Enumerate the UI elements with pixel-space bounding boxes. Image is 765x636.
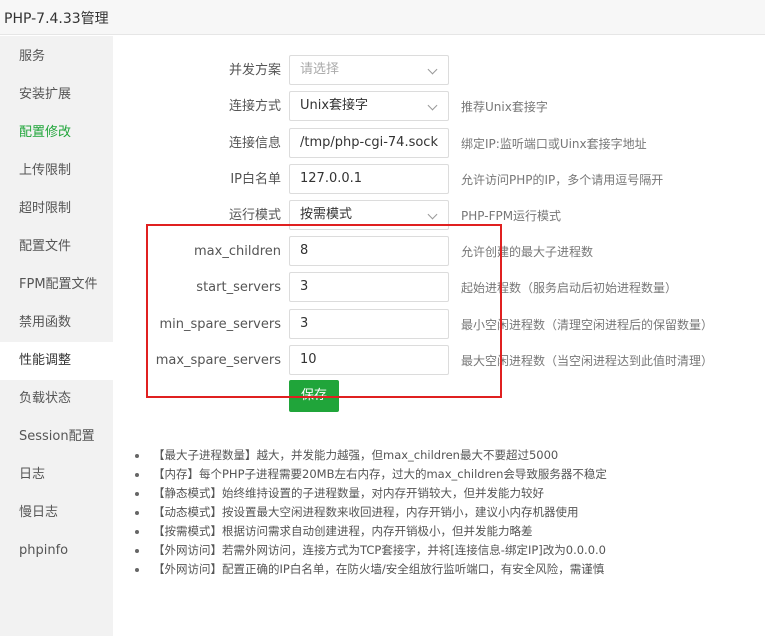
- save-button[interactable]: 保存: [289, 380, 339, 412]
- run-mode-label: 运行模式: [228, 208, 281, 223]
- window-titlebar: PHP-7.4.33管理: [0, 0, 765, 35]
- chevron-down-icon: [427, 209, 438, 220]
- run-mode-hint: PHP-FPM运行模式: [461, 209, 562, 223]
- connection-info-hint: 绑定IP:监听端口或Uinx套接字地址: [461, 137, 647, 151]
- sidebar: 服务 安装扩展 配置修改 上传限制 超时限制 配置文件 FPM配置文件 禁用函数…: [0, 36, 113, 636]
- main-content: 并发方案 请选择 连接方式 Unix套接字 推荐Unix套接字 连接信息 /tm…: [113, 36, 765, 636]
- concurrency-placeholder: 请选择: [300, 62, 340, 77]
- list-item: 【最大子进程数量】越大，并发能力越强，但max_children最大不要超过50…: [133, 446, 753, 465]
- start-servers-label: start_servers: [196, 280, 281, 295]
- sidebar-item-config-file[interactable]: 配置文件: [0, 228, 113, 266]
- connection-mode-value: Unix套接字: [300, 98, 369, 113]
- sidebar-item-upload-limit[interactable]: 上传限制: [0, 152, 113, 190]
- max-spare-servers-hint: 最大空闲进程数（当空闲进程达到此值时清理）: [461, 354, 714, 368]
- form-row-max-children: max_children 8 允许创建的最大子进程数: [113, 236, 765, 268]
- sidebar-item-fpm-config-file[interactable]: FPM配置文件: [0, 266, 113, 304]
- list-item: 【外网访问】配置正确的IP白名单，在防火墙/安全组放行监听端口，有安全风险，需谨…: [133, 560, 753, 579]
- min-spare-servers-hint: 最小空闲进程数（清理空闲进程后的保留数量）: [461, 318, 714, 332]
- sidebar-item-timeout-limit[interactable]: 超时限制: [0, 190, 113, 228]
- sidebar-item-slow-log[interactable]: 慢日志: [0, 494, 113, 532]
- connection-mode-hint: 推荐Unix套接字: [461, 100, 548, 114]
- sidebar-item-session-config[interactable]: Session配置: [0, 418, 113, 456]
- form-row-max-spare-servers: max_spare_servers 10 最大空闲进程数（当空闲进程达到此值时清…: [113, 345, 765, 377]
- chevron-down-icon: [427, 64, 438, 75]
- min-spare-servers-label: min_spare_servers: [159, 317, 282, 332]
- start-servers-input[interactable]: 3: [289, 272, 449, 302]
- form-row-ip-whitelist: IP白名单 127.0.0.1 允许访问PHP的IP，多个请用逗号隔开: [113, 164, 765, 196]
- sidebar-item-load-status[interactable]: 负载状态: [0, 380, 113, 418]
- sidebar-item-config-edit[interactable]: 配置修改: [0, 114, 113, 152]
- form-row-min-spare-servers: min_spare_servers 3 最小空闲进程数（清理空闲进程后的保留数量…: [113, 309, 765, 341]
- max-children-hint: 允许创建的最大子进程数: [461, 245, 594, 259]
- sidebar-item-phpinfo[interactable]: phpinfo: [0, 532, 113, 570]
- sidebar-item-install-extension[interactable]: 安装扩展: [0, 76, 113, 114]
- connection-mode-label: 连接方式: [228, 99, 281, 114]
- sidebar-item-service[interactable]: 服务: [0, 38, 113, 76]
- sidebar-item-performance[interactable]: 性能调整: [0, 342, 113, 380]
- chevron-down-icon: [427, 100, 438, 111]
- concurrency-label: 并发方案: [228, 63, 281, 78]
- ip-whitelist-label: IP白名单: [230, 172, 281, 187]
- list-item: 【静态模式】始终维持设置的子进程数量，对内存开销较大，但并发能力较好: [133, 484, 753, 503]
- form-row-connection-mode: 连接方式 Unix套接字 推荐Unix套接字: [113, 91, 765, 123]
- connection-mode-select[interactable]: Unix套接字: [289, 91, 449, 121]
- notes-list: 【最大子进程数量】越大，并发能力越强，但max_children最大不要超过50…: [133, 446, 753, 579]
- run-mode-select[interactable]: 按需模式: [289, 200, 449, 230]
- form-row-concurrency: 并发方案 请选择: [113, 55, 765, 87]
- list-item: 【动态模式】按设置最大空闲进程数来收回进程，内存开销小，建议小内存机器使用: [133, 503, 753, 522]
- sidebar-item-disabled-functions[interactable]: 禁用函数: [0, 304, 113, 342]
- max-spare-servers-input[interactable]: 10: [289, 345, 449, 375]
- form-row-connection-info: 连接信息 /tmp/php-cgi-74.sock 绑定IP:监听端口或Uinx…: [113, 128, 765, 160]
- run-mode-value: 按需模式: [300, 207, 353, 222]
- ip-whitelist-hint: 允许访问PHP的IP，多个请用逗号隔开: [461, 173, 664, 187]
- max-spare-servers-label: max_spare_servers: [155, 353, 281, 368]
- min-spare-servers-input[interactable]: 3: [289, 309, 449, 339]
- window-title: PHP-7.4.33管理: [4, 11, 109, 27]
- form-row-run-mode: 运行模式 按需模式 PHP-FPM运行模式: [113, 200, 765, 232]
- list-item: 【按需模式】根据访问需求自动创建进程，内存开销极小，但并发能力略差: [133, 522, 753, 541]
- ip-whitelist-input[interactable]: 127.0.0.1: [289, 164, 449, 194]
- max-children-input[interactable]: 8: [289, 236, 449, 266]
- connection-info-label: 连接信息: [228, 136, 281, 151]
- start-servers-hint: 起始进程数（服务启动后初始进程数量）: [461, 281, 678, 295]
- concurrency-select[interactable]: 请选择: [289, 55, 449, 85]
- connection-info-input[interactable]: /tmp/php-cgi-74.sock: [289, 128, 449, 158]
- list-item: 【外网访问】若需外网访问，连接方式为TCP套接字，并将[连接信息-绑定IP]改为…: [133, 541, 753, 560]
- max-children-label: max_children: [194, 244, 281, 259]
- sidebar-item-log[interactable]: 日志: [0, 456, 113, 494]
- list-item: 【内存】每个PHP子进程需要20MB左右内存，过大的max_children会导…: [133, 465, 753, 484]
- form-row-start-servers: start_servers 3 起始进程数（服务启动后初始进程数量）: [113, 272, 765, 304]
